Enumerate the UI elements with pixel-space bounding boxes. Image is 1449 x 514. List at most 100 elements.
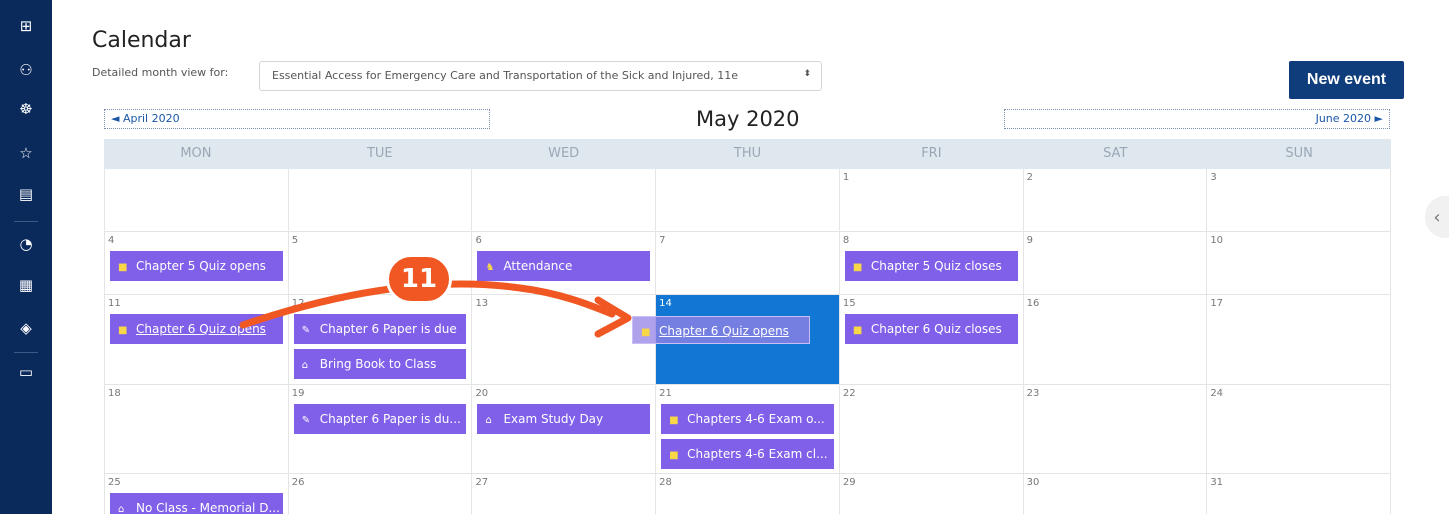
day-cell[interactable]: 10: [1207, 232, 1392, 294]
weekday-sun: SUN: [1285, 146, 1313, 161]
day-number: 19: [291, 388, 305, 399]
sidebar: ⊞ ⚇ ☸ ☆ ▤ ◔ ▦ ◈ ▭: [0, 0, 52, 514]
event-title: Exam Study Day: [503, 412, 604, 426]
event-title: Chapter 5 Quiz closes: [870, 259, 1002, 273]
event-title: Attendance: [503, 259, 573, 273]
day-cell[interactable]: 8 ■ Chapter 5 Quiz closes: [840, 232, 1024, 294]
quiz-icon: ■: [669, 450, 679, 461]
day-cell[interactable]: 12 ✎ Chapter 6 Paper is due ⌂ Bring Book t…: [289, 295, 473, 384]
new-event-button[interactable]: New event: [1289, 61, 1404, 99]
event-title: Chapter 5 Quiz opens: [136, 259, 266, 273]
calendar-icon[interactable]: ▦: [14, 273, 38, 297]
quiz-icon: ■: [118, 262, 128, 273]
day-cell[interactable]: 6 ♞ Attendance: [472, 232, 657, 294]
day-cell[interactable]: 20 ⌂ Exam Study Day: [472, 385, 657, 473]
step-badge: 11: [386, 254, 452, 304]
event-title: Chapter 6 Quiz opens: [659, 324, 789, 338]
day-cell[interactable]: 9: [1024, 232, 1208, 294]
next-month-link[interactable]: June 2020 ►: [1004, 109, 1390, 129]
badges-icon[interactable]: ☸: [14, 97, 38, 121]
event-title: Chapter 6 Paper is du...: [319, 412, 461, 426]
day-cell[interactable]: 27: [472, 474, 657, 514]
day-cell[interactable]: 2: [1024, 169, 1208, 231]
day-cell[interactable]: 4 ■ Chapter 5 Quiz opens: [104, 232, 289, 294]
calendar-event[interactable]: ⌂ Bring Book to Class: [293, 349, 467, 379]
weekday-mon: MON: [180, 146, 212, 161]
day-cell[interactable]: [656, 169, 840, 231]
course-event-icon: ⌂: [118, 504, 125, 514]
weekday-tue: TUE: [366, 146, 393, 161]
day-cell[interactable]: [104, 169, 289, 231]
day-cell[interactable]: 13: [472, 295, 657, 384]
day-cell[interactable]: 1: [840, 169, 1024, 231]
day-number: 17: [1210, 298, 1224, 309]
weekday-wed: WED: [548, 146, 580, 161]
calendar-event-dragging[interactable]: ■ Chapter 6 Quiz opens: [109, 313, 284, 345]
day-number: 2: [1026, 172, 1033, 183]
calendar-event[interactable]: ■ Chapter 6 Quiz closes: [844, 314, 1018, 344]
day-number: 21: [659, 388, 672, 399]
dashboard-grid-icon[interactable]: ⊞: [14, 14, 38, 38]
competencies-star-icon[interactable]: ☆: [14, 141, 38, 165]
day-cell[interactable]: 22: [840, 385, 1024, 473]
day-cell[interactable]: 11 ■ Chapter 6 Quiz opens: [104, 295, 289, 384]
course-select[interactable]: Essential Access for Emergency Care and …: [259, 61, 822, 91]
day-cell[interactable]: 25 ⌂ No Class - Memorial D...: [104, 474, 289, 514]
course-select-value: Essential Access for Emergency Care and …: [272, 69, 739, 82]
event-title: Chapters 4-6 Exam cl...: [687, 447, 828, 461]
day-cell[interactable]: 7: [656, 232, 840, 294]
day-number: 8: [842, 235, 850, 246]
day-cell[interactable]: 29: [840, 474, 1024, 514]
dashboard-gauge-icon[interactable]: ◔: [14, 232, 38, 256]
day-cell[interactable]: 23: [1024, 385, 1208, 473]
participants-icon[interactable]: ⚇: [14, 58, 38, 82]
day-number: 16: [1026, 298, 1040, 309]
prev-month-link[interactable]: ◄ April 2020: [104, 109, 490, 129]
day-cell[interactable]: 28: [656, 474, 840, 514]
course-event-icon: ⌂: [301, 360, 309, 371]
calendar-event[interactable]: ✎ Chapter 6 Paper is due: [293, 314, 467, 344]
day-cell[interactable]: 16: [1024, 295, 1208, 384]
event-title: Chapters 4-6 Exam o...: [687, 412, 825, 426]
day-cell[interactable]: 21 ■ Chapters 4-6 Exam o... ■ Chapters 4-6…: [656, 385, 840, 473]
day-cell[interactable]: 3: [1207, 169, 1392, 231]
calendar-event[interactable]: ♞ Attendance: [477, 251, 651, 281]
day-number: 11: [108, 298, 121, 309]
chevron-left-icon: ‹: [1433, 206, 1441, 228]
view-label: Detailed month view for:: [92, 66, 229, 79]
calendar-event[interactable]: ⌂ No Class - Memorial D...: [110, 493, 283, 514]
calendar-week: 25 ⌂ No Class - Memorial D... 26 27 28 29…: [104, 474, 1392, 514]
courses-icon[interactable]: ◈: [14, 316, 38, 340]
day-number: 6: [475, 235, 482, 246]
calendar-event[interactable]: ■ Chapters 4-6 Exam cl...: [661, 439, 834, 469]
event-title: Chapter 6 Paper is due: [319, 322, 457, 336]
calendar-event[interactable]: ■ Chapter 5 Quiz opens: [110, 251, 283, 281]
quiz-icon: ■: [852, 325, 863, 336]
weekday-thu: THU: [733, 146, 762, 161]
day-cell[interactable]: 19 ✎ Chapter 6 Paper is du...: [289, 385, 473, 473]
calendar-event[interactable]: ■ Chapters 4-6 Exam o...: [661, 404, 834, 434]
calendar-event[interactable]: ✎ Chapter 6 Paper is du...: [293, 404, 467, 434]
day-cell[interactable]: 24: [1207, 385, 1392, 473]
folder-icon[interactable]: ▭: [14, 360, 38, 384]
event-title: Chapter 6 Quiz opens: [136, 322, 266, 336]
day-number: 31: [1210, 477, 1224, 488]
day-cell[interactable]: 15 ■ Chapter 6 Quiz closes: [840, 295, 1024, 384]
calendar-event[interactable]: ⌂ Exam Study Day: [477, 404, 651, 434]
day-number: 1: [842, 172, 850, 183]
sidebar-divider: [14, 352, 38, 353]
dragged-event-ghost[interactable]: ■ Chapter 6 Quiz opens: [632, 316, 810, 344]
day-cell[interactable]: 17: [1207, 295, 1392, 384]
day-cell[interactable]: 30: [1024, 474, 1208, 514]
grades-icon[interactable]: ▤: [14, 182, 38, 206]
attendance-icon: ♞: [485, 262, 495, 273]
day-number: 10: [1210, 235, 1224, 246]
drawer-toggle[interactable]: ‹: [1425, 196, 1449, 238]
day-cell[interactable]: [472, 169, 657, 231]
day-number: 30: [1026, 477, 1040, 488]
day-cell[interactable]: 26: [289, 474, 473, 514]
day-cell[interactable]: [289, 169, 473, 231]
day-cell[interactable]: 18: [104, 385, 289, 473]
day-cell[interactable]: 31: [1207, 474, 1392, 514]
calendar-event[interactable]: ■ Chapter 5 Quiz closes: [844, 251, 1018, 281]
